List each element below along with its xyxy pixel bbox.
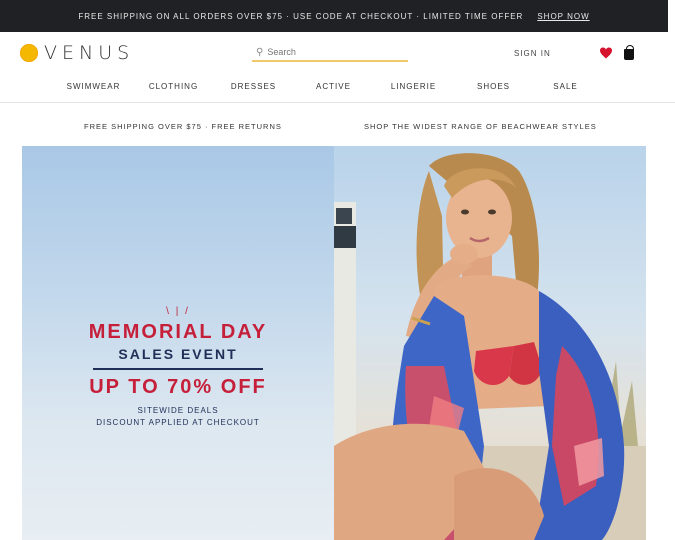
hero-model-image[interactable]: [334, 146, 646, 540]
range-info-link[interactable]: Shop the widest range of beachwear style…: [364, 122, 597, 131]
promo-message: Free shipping on all orders over $75 · U…: [78, 11, 524, 21]
hero-rule: [93, 368, 263, 370]
nav-item-shoes[interactable]: Shoes: [454, 78, 534, 98]
hero-copy: \ | / MEMORIAL DAY SALES EVENT UP TO 70%…: [22, 306, 334, 429]
hero-banner[interactable]: \ | / MEMORIAL DAY SALES EVENT UP TO 70%…: [22, 146, 646, 540]
nav-item-sale[interactable]: Sale: [534, 78, 598, 98]
hero-offer: UP TO 70% OFF: [89, 376, 267, 398]
search-bar[interactable]: ⚲: [252, 44, 408, 62]
model-photo: [334, 153, 646, 540]
promo-link[interactable]: Shop now: [537, 12, 589, 21]
info-row: Free shipping over $75 · Free returns Sh…: [0, 122, 675, 136]
shopping-bag-icon[interactable]: [624, 45, 634, 60]
site-header: VENUS ⚲ Sign in: [0, 32, 675, 72]
logo[interactable]: VENUS: [20, 42, 134, 64]
nav-item-swimwear[interactable]: Swimwear: [54, 78, 134, 98]
sun-icon: [20, 44, 38, 62]
hero-fine-line-2: Discount applied at checkout: [96, 418, 260, 427]
account-link[interactable]: Sign in: [514, 49, 551, 58]
brand-name: VENUS: [44, 42, 135, 64]
nav-item-clothing[interactable]: Clothing: [134, 78, 214, 98]
nav-item-dresses[interactable]: Dresses: [214, 78, 294, 98]
heart-icon[interactable]: [599, 47, 613, 59]
nav-divider: [0, 102, 675, 103]
search-icon[interactable]: ⚲: [256, 47, 263, 58]
main-nav: Swimwear Clothing Dresses Active Lingeri…: [0, 78, 675, 98]
promo-bar: Free shipping on all orders over $75 · U…: [0, 0, 668, 32]
shipping-info-link[interactable]: Free shipping over $75 · Free returns: [84, 122, 282, 131]
nav-item-active[interactable]: Active: [294, 78, 374, 98]
hero-text-panel[interactable]: \ | / MEMORIAL DAY SALES EVENT UP TO 70%…: [22, 146, 334, 540]
hero-fine-print: Sitewide deals Discount applied at check…: [22, 405, 334, 429]
hero-decoration: \ | /: [166, 306, 190, 317]
hero-title: MEMORIAL DAY: [88, 321, 268, 343]
hero-fine-line-1: Sitewide deals: [137, 406, 219, 415]
nav-item-lingerie[interactable]: Lingerie: [374, 78, 454, 98]
hero-subtitle: SALES EVENT: [118, 346, 238, 362]
search-input[interactable]: [267, 47, 398, 57]
